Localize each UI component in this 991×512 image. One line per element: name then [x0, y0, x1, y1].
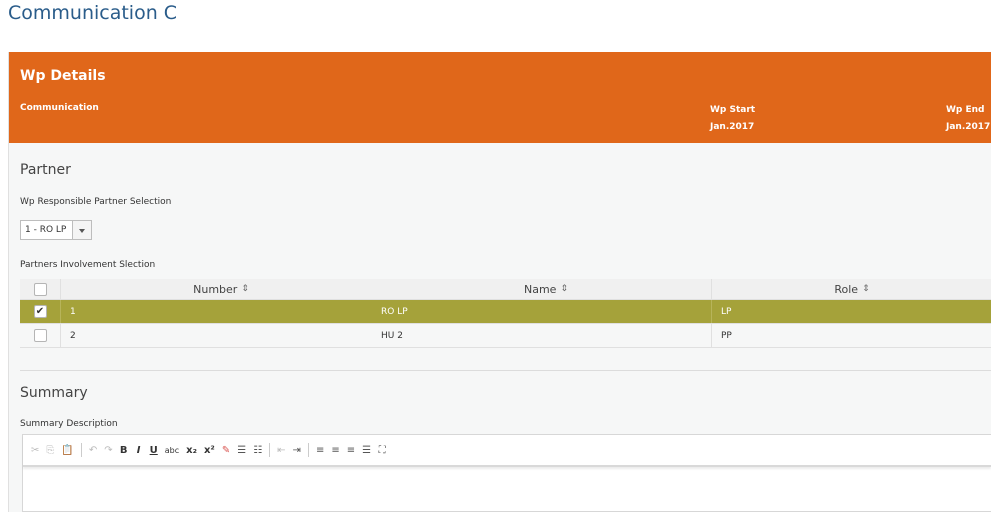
- maximize-icon[interactable]: ⛶: [378, 445, 386, 456]
- italic-icon[interactable]: I: [135, 445, 143, 456]
- strikethrough-icon[interactable]: abc: [165, 446, 179, 455]
- bold-icon[interactable]: B: [120, 445, 128, 456]
- editor-toolbar: ✂ ⎘ 📋 ↶ ↷ B I U abc x₂ x² ✎ ☰ ☷ ⇤ ⇥ ≡ ≡ …: [23, 435, 991, 467]
- redo-icon[interactable]: ↷: [104, 445, 112, 456]
- header-subtitle: Communication: [20, 103, 99, 113]
- undo-icon[interactable]: ↶: [89, 445, 97, 456]
- wp-details-panel: Wp Details Communication Wp Start Jan.20…: [8, 52, 991, 512]
- sort-icon: ⇕: [862, 284, 870, 294]
- row-role: PP: [721, 330, 732, 341]
- row-checkbox[interactable]: [33, 329, 47, 342]
- wp-end-value: Jan.2017: [946, 122, 991, 132]
- responsible-partner-label: Wp Responsible Partner Selection: [20, 197, 172, 207]
- sort-icon: ⇕: [241, 284, 249, 294]
- align-center-icon[interactable]: ≡: [331, 445, 339, 456]
- row-name: HU 2: [381, 324, 712, 347]
- align-left-icon[interactable]: ≡: [316, 445, 324, 456]
- subscript-icon[interactable]: x₂: [186, 445, 197, 456]
- select-all-checkbox[interactable]: [33, 282, 47, 296]
- select-all-cell: [20, 279, 61, 299]
- responsible-partner-value: 1 - RO LP: [21, 221, 73, 239]
- section-divider: [20, 370, 991, 371]
- table-header-row: Number ⇕ Name ⇕ Role ⇕: [20, 279, 991, 300]
- bulleted-list-icon[interactable]: ☷: [253, 445, 262, 456]
- chevron-down-icon[interactable]: [73, 221, 91, 239]
- align-right-icon[interactable]: ≡: [347, 445, 355, 456]
- column-role-label: Role: [834, 282, 859, 296]
- responsible-partner-select[interactable]: 1 - RO LP: [20, 220, 92, 240]
- column-name-label: Name: [524, 282, 557, 296]
- column-header-name[interactable]: Name ⇕: [381, 279, 712, 299]
- column-header-number[interactable]: Number ⇕: [61, 279, 381, 299]
- row-number: 1: [70, 306, 76, 317]
- remove-format-icon[interactable]: ✎: [222, 445, 230, 456]
- header-title: Wp Details: [20, 68, 106, 84]
- summary-section-title: Summary: [20, 385, 88, 401]
- wp-start-value: Jan.2017: [710, 122, 755, 132]
- toolbar-separator: [80, 443, 82, 457]
- column-number-label: Number: [193, 282, 238, 296]
- row-name: RO LP: [381, 300, 712, 323]
- table-row[interactable]: ✔ 1 RO LP LP: [20, 300, 991, 324]
- cut-icon[interactable]: ✂: [31, 445, 39, 456]
- partners-table: Number ⇕ Name ⇕ Role ⇕ ✔ 1 RO LP LP 2 HU…: [20, 279, 991, 348]
- involvement-label: Partners Involvement Slection: [20, 260, 156, 270]
- underline-icon[interactable]: U: [150, 445, 158, 456]
- sort-icon: ⇕: [560, 284, 568, 294]
- partner-section-title: Partner: [20, 162, 71, 178]
- wp-details-header: Wp Details Communication Wp Start Jan.20…: [9, 52, 991, 143]
- summary-editor[interactable]: ✂ ⎘ 📋 ↶ ↷ B I U abc x₂ x² ✎ ☰ ☷ ⇤ ⇥ ≡ ≡ …: [22, 434, 991, 512]
- toolbar-separator: [307, 443, 309, 457]
- row-number: 2: [70, 330, 76, 341]
- page-title: Communication C: [8, 2, 178, 24]
- outdent-icon[interactable]: ⇤: [277, 445, 285, 456]
- justify-icon[interactable]: ☰: [362, 445, 371, 456]
- indent-icon[interactable]: ⇥: [293, 445, 301, 456]
- summary-description-label: Summary Description: [20, 419, 118, 429]
- toolbar-separator: [269, 443, 271, 457]
- numbered-list-icon[interactable]: ☰: [237, 445, 246, 456]
- wp-end-label: Wp End: [946, 105, 985, 115]
- row-role: LP: [721, 306, 732, 317]
- table-row[interactable]: 2 HU 2 PP: [20, 324, 991, 348]
- row-checkbox-cell: [20, 324, 61, 347]
- column-header-role[interactable]: Role ⇕: [712, 279, 991, 299]
- wp-start-label: Wp Start: [710, 105, 756, 115]
- paste-icon[interactable]: 📋: [61, 445, 73, 456]
- row-checkbox-cell: ✔: [20, 300, 61, 323]
- copy-icon[interactable]: ⎘: [46, 445, 54, 456]
- superscript-icon[interactable]: x²: [204, 445, 215, 456]
- row-checkbox-checked[interactable]: ✔: [33, 305, 47, 318]
